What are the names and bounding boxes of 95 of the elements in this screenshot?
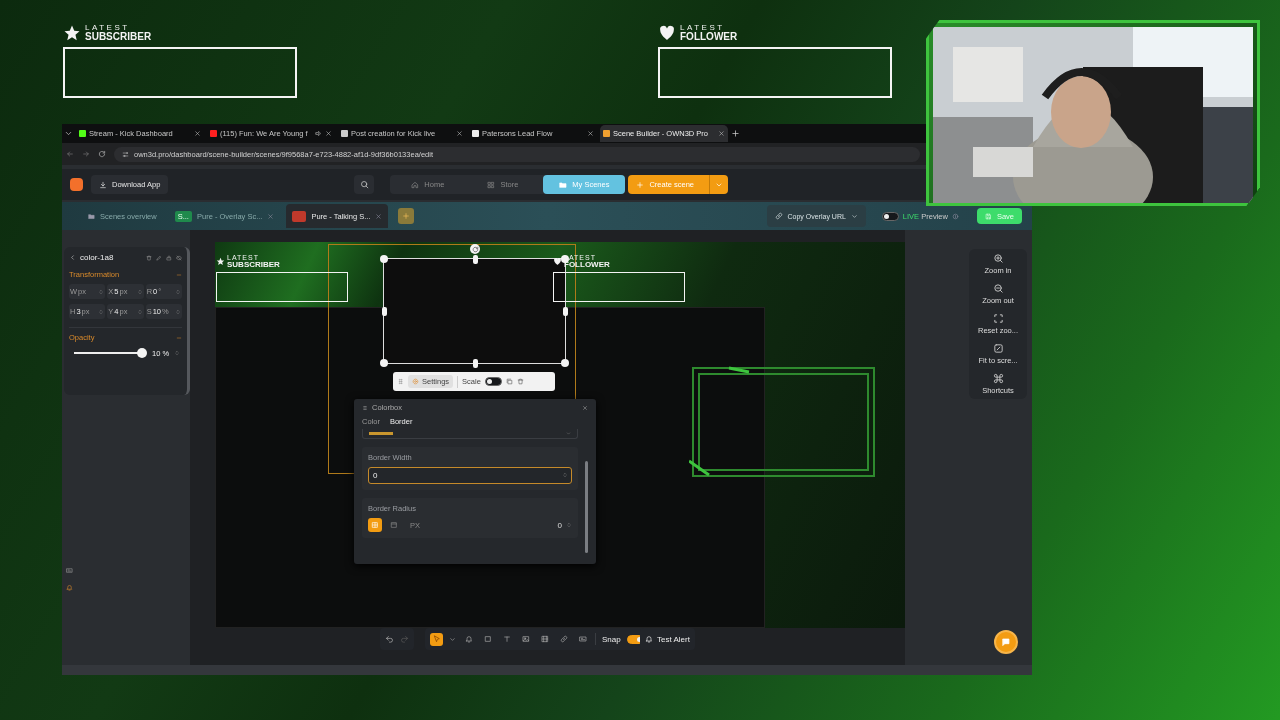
folder-icon	[88, 212, 95, 220]
trash-icon[interactable]	[146, 254, 152, 261]
close-icon[interactable]	[582, 404, 588, 411]
border-width-field[interactable]: 0	[368, 467, 572, 484]
reload-icon[interactable]	[98, 150, 106, 158]
image-icon	[521, 635, 530, 643]
link-icon	[559, 635, 568, 643]
resize-handle[interactable]	[472, 255, 478, 264]
alert-icon[interactable]	[66, 584, 73, 591]
info-icon	[951, 212, 959, 220]
gear-icon	[412, 378, 419, 385]
radius-mode-button[interactable]	[368, 518, 382, 532]
stepper-icon[interactable]	[175, 308, 181, 315]
color-select[interactable]	[362, 429, 578, 439]
plus-icon	[636, 180, 645, 189]
grid-icon	[371, 521, 379, 529]
store-icon	[487, 180, 496, 189]
back-icon[interactable]	[69, 254, 76, 261]
test-alert-button[interactable]: Test Alert	[640, 628, 695, 650]
rotate-handle[interactable]	[470, 244, 480, 254]
widget-title: SUBSCRIBER	[85, 32, 152, 42]
panel-icon[interactable]	[66, 567, 73, 574]
widget-title: SUBSCRIBER	[227, 261, 280, 269]
new-tab-icon[interactable]	[731, 129, 740, 138]
resize-handle[interactable]	[380, 255, 388, 263]
layer-title: color-1a8	[80, 253, 115, 262]
caret-icon	[566, 431, 571, 436]
cursor-icon	[432, 635, 441, 643]
scale-toggle[interactable]	[484, 377, 502, 386]
hidden-icon[interactable]	[176, 254, 182, 261]
stepper-icon[interactable]	[566, 522, 572, 528]
resize-handle[interactable]	[563, 307, 568, 316]
lock-icon[interactable]	[166, 254, 172, 261]
film-icon	[540, 635, 549, 643]
bell-icon	[464, 635, 473, 643]
frame-corners-icon	[992, 313, 1004, 324]
site-info-icon[interactable]	[122, 150, 129, 158]
heart-icon	[553, 257, 562, 266]
pencil-icon[interactable]	[156, 254, 162, 261]
star-icon	[63, 24, 81, 42]
live-preview-toggle[interactable]	[881, 211, 899, 221]
scrollbar[interactable]	[585, 461, 588, 553]
undo-icon[interactable]	[385, 634, 394, 644]
resize-handle[interactable]	[472, 359, 478, 368]
widget-icon	[578, 635, 587, 643]
trash-icon[interactable]	[516, 378, 524, 385]
tab-list-icon[interactable]	[64, 129, 73, 138]
forward-icon[interactable]	[82, 150, 90, 158]
drag-icon[interactable]	[397, 378, 404, 385]
widget-title: FOLLOWER	[680, 32, 738, 42]
widget-eyebrow: LATEST	[680, 24, 726, 32]
close-icon[interactable]	[194, 130, 201, 137]
download-icon	[99, 180, 107, 189]
search-icon	[359, 180, 369, 189]
save-icon	[984, 212, 992, 220]
close-icon[interactable]	[456, 130, 463, 137]
close-icon[interactable]	[375, 212, 383, 220]
close-icon[interactable]	[267, 212, 275, 220]
zoom-in-icon	[992, 253, 1004, 264]
text-icon	[502, 635, 511, 643]
widget-eyebrow: LATEST	[85, 24, 131, 32]
snap-label: Snap	[602, 634, 621, 644]
home-icon	[411, 180, 420, 189]
stepper-icon[interactable]	[175, 288, 181, 295]
chat-button[interactable]	[994, 630, 1018, 654]
tool-button[interactable]	[430, 632, 443, 646]
close-icon[interactable]	[325, 130, 332, 137]
command-icon	[992, 373, 1004, 384]
plus-icon	[402, 212, 411, 220]
resize-handle[interactable]	[561, 359, 569, 367]
speaker-icon[interactable]	[315, 130, 322, 137]
bell-icon	[645, 635, 653, 643]
chat-icon	[1001, 637, 1011, 647]
stepper-icon[interactable]	[562, 472, 568, 478]
app-logo[interactable]	[70, 178, 83, 191]
close-icon[interactable]	[587, 130, 594, 137]
folder-icon	[559, 180, 568, 189]
add-scene-button[interactable]	[398, 208, 415, 224]
slider-thumb[interactable]	[137, 348, 147, 358]
close-icon[interactable]	[718, 130, 725, 137]
stepper-icon[interactable]	[174, 350, 181, 356]
caret-icon	[850, 212, 858, 220]
fit-icon	[992, 343, 1004, 354]
drag-icon[interactable]	[362, 404, 368, 411]
duplicate-icon[interactable]	[505, 378, 513, 385]
search-button[interactable]	[354, 175, 375, 194]
zoom-out-icon	[992, 283, 1004, 294]
star-icon	[216, 257, 225, 266]
caret-icon[interactable]	[449, 635, 456, 643]
heart-icon	[658, 24, 676, 42]
resize-handle[interactable]	[380, 359, 388, 367]
resize-handle[interactable]	[382, 307, 387, 316]
back-icon[interactable]	[66, 150, 74, 158]
link-icon	[774, 212, 783, 220]
rotate-icon	[471, 245, 479, 253]
